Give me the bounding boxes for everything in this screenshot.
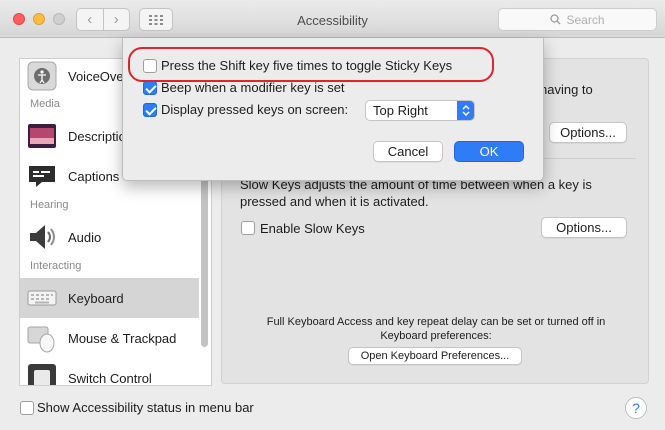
sidebar-section-header: Media xyxy=(30,98,60,110)
sticky-keys-description: having to xyxy=(540,82,593,97)
sticky-keys-options-button[interactable]: Options... xyxy=(549,122,627,143)
beep-modifier-checkbox[interactable] xyxy=(143,81,157,95)
help-button[interactable]: ? xyxy=(625,397,647,419)
pressed-keys-position-select[interactable]: Top Right xyxy=(365,100,475,121)
slow-keys-description: Slow Keys adjusts the amount of time bet… xyxy=(240,177,592,209)
mouse-icon xyxy=(27,326,55,353)
sidebar-item-label: Keyboard xyxy=(68,290,124,306)
speaker-icon xyxy=(30,225,55,249)
sidebar-item-audio[interactable]: Audio xyxy=(20,217,199,257)
sidebar-item-mouse-trackpad[interactable]: Mouse & Trackpad xyxy=(20,318,199,358)
show-status-in-menu-bar-checkbox[interactable] xyxy=(20,401,34,415)
cancel-button[interactable]: Cancel xyxy=(373,141,443,162)
sidebar-item-label: Switch Control xyxy=(68,370,152,386)
sidebar-item-label: Mouse & Trackpad xyxy=(68,330,177,346)
sidebar-section-header: Hearing xyxy=(30,199,69,211)
sidebar-item-keyboard[interactable]: Keyboard xyxy=(20,278,199,318)
sidebar-item-switch-control[interactable]: Switch Control xyxy=(20,358,199,386)
slow-keys-options-button[interactable]: Options... xyxy=(541,217,627,238)
keyboard-icon xyxy=(27,290,57,306)
annotation-highlight-ring xyxy=(128,47,494,82)
sidebar-item-label: VoiceOver xyxy=(68,68,128,84)
search-icon xyxy=(550,14,561,25)
sidebar-section-header: Interacting xyxy=(30,260,82,272)
display-pressed-keys-row: Display pressed keys on screen: xyxy=(161,102,348,117)
display-pressed-keys-label: Display pressed keys on screen: xyxy=(161,102,349,117)
display-pressed-keys-checkbox[interactable] xyxy=(143,103,157,117)
title-bar: ‹ › Accessibility Search xyxy=(0,0,665,38)
pressed-keys-position-value: Top Right xyxy=(373,103,428,118)
enable-slow-keys-label: Enable Slow Keys xyxy=(260,221,365,236)
show-status-in-menu-bar-label: Show Accessibility status in menu bar xyxy=(37,400,254,415)
captions-icon xyxy=(29,166,55,187)
chevron-updown-icon xyxy=(457,101,474,120)
descriptions-icon xyxy=(28,124,56,148)
open-keyboard-preferences-button[interactable]: Open Keyboard Preferences... xyxy=(348,347,522,365)
sidebar-item-label: Audio xyxy=(68,229,102,245)
beep-modifier-label: Beep when a modifier key is set xyxy=(161,80,345,95)
enable-slow-keys-checkbox[interactable] xyxy=(241,221,255,235)
voiceover-icon xyxy=(27,61,57,91)
sidebar-item-label: Captions xyxy=(68,168,120,184)
beep-modifier-row: Beep when a modifier key is set xyxy=(161,80,345,95)
ok-button[interactable]: OK xyxy=(454,141,524,162)
search-placeholder: Search xyxy=(566,12,605,27)
search-input[interactable]: Search xyxy=(498,8,657,31)
full-keyboard-access-text: Full Keyboard Access and key repeat dela… xyxy=(266,316,606,342)
switch-control-icon xyxy=(28,364,56,385)
